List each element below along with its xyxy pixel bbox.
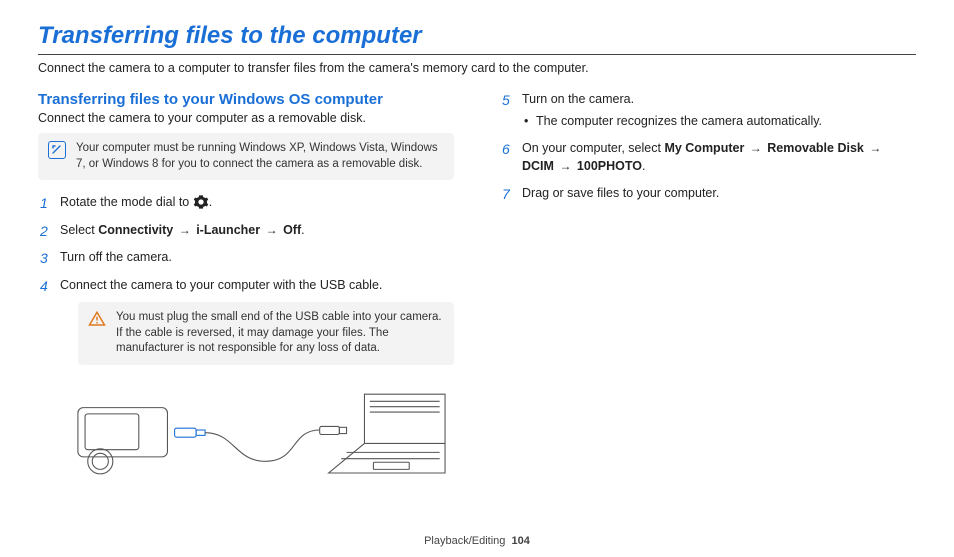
arrow-icon: → — [867, 140, 883, 157]
step-1-pre: Rotate the mode dial to — [60, 195, 193, 209]
section-heading: Transferring files to your Windows OS co… — [38, 91, 454, 108]
step-5-text: Turn on the camera. — [522, 92, 634, 106]
usb-connection-illustration — [60, 375, 454, 485]
step-1: Rotate the mode dial to . — [38, 194, 454, 212]
arrow-icon: → — [748, 140, 764, 157]
step-4-text: Connect the camera to your computer with… — [60, 278, 382, 292]
note-box: Your computer must be running Windows XP… — [38, 133, 454, 180]
step-4: Connect the camera to your computer with… — [38, 277, 454, 485]
right-column: Turn on the camera. The computer recogni… — [500, 91, 916, 495]
step-6-b4: 100PHOTO — [577, 159, 642, 173]
content-columns: Transferring files to your Windows OS co… — [38, 91, 916, 495]
page-footer: Playback/Editing 104 — [0, 535, 954, 547]
step-3: Turn off the camera. — [38, 249, 454, 267]
note-text: Your computer must be running Windows XP… — [76, 142, 438, 170]
steps-right: Turn on the camera. The computer recogni… — [500, 91, 916, 203]
step-6-post: . — [642, 159, 645, 173]
gear-icon — [193, 194, 209, 210]
note-icon — [48, 141, 66, 159]
steps-left: Rotate the mode dial to . Select Connect… — [38, 194, 454, 485]
step-2-post: . — [301, 223, 304, 237]
footer-section: Playback/Editing — [424, 535, 505, 547]
page-title: Transferring files to the computer — [38, 22, 916, 50]
step-6-b2: Removable Disk — [767, 141, 864, 155]
step-1-post: . — [209, 195, 212, 209]
step-6-pre: On your computer, select — [522, 141, 664, 155]
step-2-pre: Select — [60, 223, 98, 237]
warning-icon — [88, 310, 106, 328]
step-6-b3: DCIM — [522, 159, 554, 173]
step-2: Select Connectivity → i-Launcher → Off. — [38, 222, 454, 240]
left-column: Transferring files to your Windows OS co… — [38, 91, 454, 495]
step-7: Drag or save files to your computer. — [500, 185, 916, 203]
arrow-icon: → — [557, 158, 573, 175]
title-rule — [38, 54, 916, 55]
arrow-icon: → — [264, 222, 280, 239]
step-6-b1: My Computer — [664, 141, 744, 155]
step-2-b3: Off — [283, 223, 301, 237]
step-5-sub: The computer recognizes the camera autom… — [522, 113, 916, 131]
section-subheading: Connect the camera to your computer as a… — [38, 111, 454, 125]
page-subtitle: Connect the camera to a computer to tran… — [38, 61, 916, 75]
step-5: Turn on the camera. The computer recogni… — [500, 91, 916, 130]
warning-text: You must plug the small end of the USB c… — [116, 311, 442, 354]
arrow-icon: → — [177, 222, 193, 239]
step-2-b2: i-Launcher — [196, 223, 260, 237]
warning-box: You must plug the small end of the USB c… — [78, 302, 454, 365]
footer-page-number: 104 — [512, 535, 530, 547]
step-2-b1: Connectivity — [98, 223, 173, 237]
step-6: On your computer, select My Computer → R… — [500, 140, 916, 175]
